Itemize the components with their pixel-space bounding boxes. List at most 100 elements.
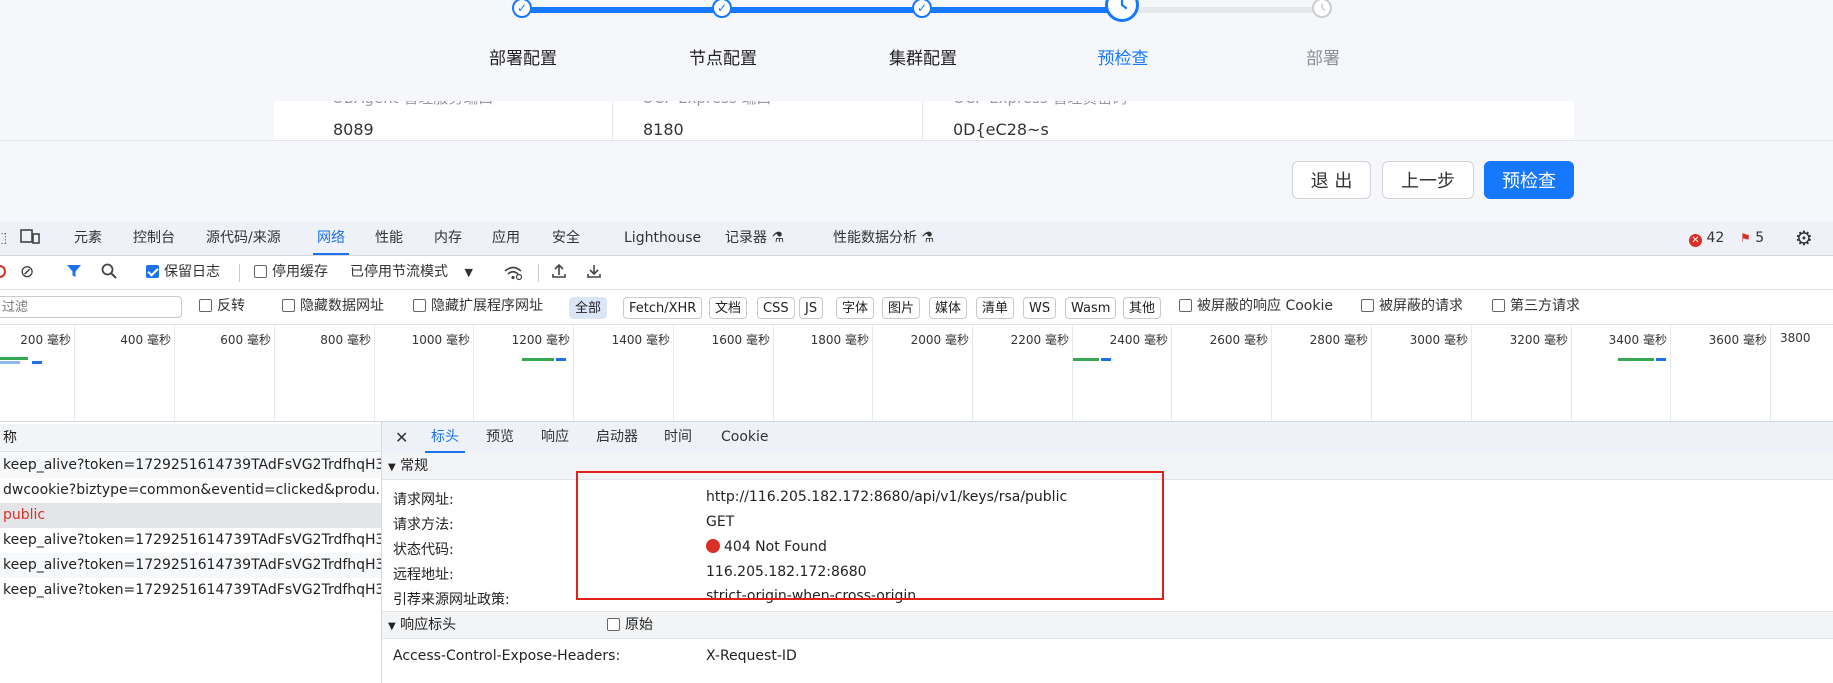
checkbox-icon [1361, 299, 1374, 312]
tab-console[interactable]: 控制台 [133, 221, 175, 255]
preserve-log-checkbox[interactable]: 保留日志 [146, 256, 220, 289]
card-label: OCP Express 管理员密码 [953, 89, 1128, 107]
request-url-key: 请求网址: [393, 492, 454, 508]
tab-performance-insights[interactable]: 性能数据分析 ⚗ [833, 221, 934, 255]
step-label-node-config: 节点配置 [689, 49, 757, 69]
tab-security[interactable]: 安全 [552, 221, 580, 255]
step-3-check-icon: ✓ [912, 0, 932, 18]
response-header-key: Access-Control-Expose-Headers: [393, 648, 621, 664]
filter-type-manifest[interactable]: 清单 [976, 297, 1015, 319]
throttle-select[interactable]: 已停用节流模式 ▼ [350, 256, 473, 289]
timeline-tick: 2400 毫秒 [1072, 325, 1172, 421]
tab-preview[interactable]: 预览 [486, 422, 514, 453]
step-label-cluster-config: 集群配置 [889, 49, 957, 69]
filter-type-fetch-xhr[interactable]: Fetch/XHR [623, 297, 703, 319]
timeline-tick-label: 3000 毫秒 [1409, 333, 1468, 347]
tab-application[interactable]: 应用 [492, 221, 520, 255]
filter-type-other[interactable]: 其他 [1123, 297, 1162, 319]
preserve-log-label: 保留日志 [164, 264, 220, 280]
general-section-title: 常规 [400, 458, 429, 474]
step-label-deploy-config: 部署配置 [489, 49, 557, 69]
step-2-check-icon: ✓ [712, 0, 732, 18]
filter-type-img[interactable]: 图片 [882, 297, 921, 319]
chevron-down-icon: ▼ [464, 266, 473, 279]
card-bottom-divider [0, 140, 1833, 141]
blocked-response-cookies-checkbox[interactable]: 被屏蔽的响应 Cookie [1179, 290, 1333, 323]
request-row[interactable]: keep_alive?token=1729251614739TAdFsVG2Tr… [0, 578, 381, 603]
filter-type-media[interactable]: 媒体 [929, 297, 968, 319]
request-row[interactable]: keep_alive?token=1729251614739TAdFsVG2Tr… [0, 528, 381, 553]
timeline-tick: 2800 毫秒 [1271, 325, 1372, 421]
tab-cookies[interactable]: Cookie [721, 422, 769, 453]
checkbox-icon [1492, 299, 1505, 312]
request-row[interactable]: keep_alive?token=1729251614739TAdFsVG2Tr… [0, 553, 381, 578]
request-row[interactable]: keep_alive?token=1729251614739TAdFsVG2Tr… [0, 453, 381, 478]
toolbar-divider [538, 264, 539, 282]
filter-type-doc[interactable]: 文档 [709, 297, 748, 319]
invert-label: 反转 [217, 298, 245, 314]
exit-button[interactable]: 退 出 [1292, 161, 1371, 199]
timeline-tick-label: 1800 毫秒 [810, 333, 869, 347]
request-row[interactable]: dwcookie?biztype=common&eventid=clicked&… [0, 478, 381, 503]
invert-checkbox[interactable]: 反转 [199, 290, 245, 323]
request-list-header[interactable]: 称 [0, 424, 381, 452]
timeline-tick: 1600 毫秒 [673, 325, 774, 421]
record-stop-icon[interactable] [0, 256, 6, 289]
blocked-requests-checkbox[interactable]: 被屏蔽的请求 [1361, 290, 1463, 323]
filter-type-js[interactable]: JS [799, 297, 824, 319]
precheck-button[interactable]: 预检查 [1484, 161, 1574, 199]
filter-funnel-icon[interactable] [66, 256, 82, 289]
timeline-tick: 1800 毫秒 [773, 325, 873, 421]
tab-initiator[interactable]: 启动器 [596, 422, 638, 453]
network-timeline-overview[interactable]: 200 毫秒 400 毫秒 600 毫秒 800 毫秒 1000 毫秒 1200… [0, 325, 1833, 422]
blocked-response-cookies-label: 被屏蔽的响应 Cookie [1197, 298, 1333, 314]
highlight-annotation-box [576, 471, 1164, 600]
filter-type-all[interactable]: 全部 [569, 297, 608, 319]
tab-lighthouse[interactable]: Lighthouse [624, 221, 701, 255]
step-4-clock-icon [1105, 0, 1139, 22]
close-detail-icon[interactable]: ✕ [395, 422, 408, 453]
search-icon[interactable] [101, 256, 117, 289]
tab-performance[interactable]: 性能 [375, 221, 403, 255]
tab-sources[interactable]: 源代码/来源 [206, 221, 281, 255]
step-5-clock-icon [1312, 0, 1332, 18]
tab-response[interactable]: 响应 [541, 422, 569, 453]
tab-network[interactable]: 网络 [313, 221, 349, 255]
timeline-tick: 2000 毫秒 [872, 325, 973, 421]
settings-gear-icon[interactable]: ⚙ [1795, 221, 1813, 255]
error-counter[interactable]: ✕ 42 [1689, 221, 1724, 255]
timeline-tick-label: 2800 毫秒 [1309, 333, 1368, 347]
device-toolbar-icon[interactable] [20, 221, 40, 255]
disable-cache-checkbox[interactable]: 停用缓存 [254, 256, 328, 289]
tab-memory[interactable]: 内存 [434, 221, 462, 255]
export-har-icon[interactable] [586, 256, 602, 289]
raw-checkbox[interactable]: 原始 [607, 612, 653, 638]
step-progress-todo [1122, 7, 1322, 13]
hide-data-urls-checkbox[interactable]: 隐藏数据网址 [282, 290, 384, 323]
timeline-tick: 800 毫秒 [274, 325, 375, 421]
tab-recorder[interactable]: 记录器 ⚗ [725, 221, 784, 255]
filter-type-css[interactable]: CSS [757, 297, 795, 319]
request-row-selected[interactable]: public [0, 503, 381, 528]
filter-type-ws[interactable]: WS [1023, 297, 1057, 319]
filter-input[interactable] [0, 296, 182, 318]
network-conditions-wifi-icon[interactable] [503, 256, 523, 289]
timeline-waterfall-bar [1101, 358, 1111, 361]
issue-flag-icon: ⚑ [1740, 231, 1751, 245]
previous-step-button[interactable]: 上一步 [1382, 161, 1474, 199]
import-har-icon[interactable] [551, 256, 567, 289]
tab-headers[interactable]: 标头 [425, 422, 465, 453]
filter-type-wasm[interactable]: Wasm [1065, 297, 1117, 319]
clear-icon[interactable]: ⊘ [20, 256, 34, 289]
issue-count: 5 [1755, 230, 1765, 246]
response-headers-section-header[interactable]: ▼ 响应标头 原始 [382, 611, 1833, 639]
tab-elements[interactable]: 元素 [74, 221, 102, 255]
tab-timing[interactable]: 时间 [664, 422, 692, 453]
third-party-requests-checkbox[interactable]: 第三方请求 [1492, 290, 1580, 323]
filter-type-font[interactable]: 字体 [836, 297, 875, 319]
hide-extension-urls-checkbox[interactable]: 隐藏扩展程序网址 [413, 290, 543, 323]
response-headers-title: 响应标头 [400, 617, 457, 633]
checkbox-icon [282, 299, 295, 312]
issue-counter[interactable]: ⚑ 5 [1740, 221, 1764, 255]
inspect-icon[interactable]: ⬚ [0, 221, 7, 255]
